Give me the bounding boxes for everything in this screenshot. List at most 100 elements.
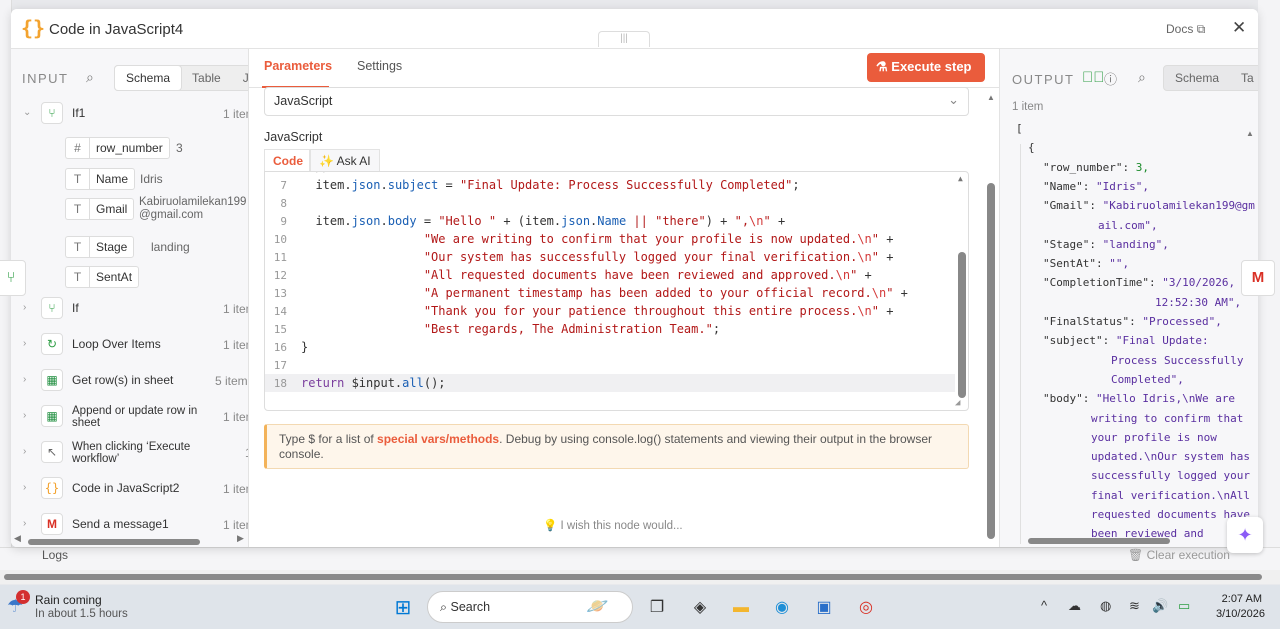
docs-link[interactable]: Docs ⧉	[1166, 22, 1205, 37]
file-explorer-icon[interactable]: ▬	[727, 594, 755, 622]
cloud-off-icon[interactable]: ☁	[1068, 598, 1081, 614]
battery-icon[interactable]: ▭	[1178, 598, 1190, 614]
code-line[interactable]: 9 item.json.body = "Hello " + (item.json…	[265, 212, 955, 230]
edge-icon[interactable]: ◉	[768, 594, 796, 622]
node-row-if[interactable]: › ⑂ If 1 item	[11, 294, 248, 324]
logs-label[interactable]: Logs	[42, 548, 68, 562]
language-select[interactable]: JavaScript ⌄	[264, 87, 969, 116]
close-button[interactable]: ✕	[1232, 18, 1246, 38]
tab-schema[interactable]: Schema	[1164, 66, 1230, 90]
console-hint-callout: Type $ for a list of special vars/method…	[264, 424, 969, 469]
copilot-icon[interactable]: ◈	[686, 594, 714, 622]
number-type-icon: #	[65, 137, 89, 159]
gmail-node-side-icon[interactable]: M	[1241, 260, 1275, 296]
line-number: 15	[273, 323, 287, 336]
tab-ask-ai[interactable]: ✨ Ask AI	[310, 149, 380, 171]
chevron-right-icon[interactable]: ›	[23, 446, 26, 457]
code-line[interactable]: 11 "Our system has successfully logged y…	[265, 248, 955, 266]
line-number: 14	[273, 305, 287, 318]
scroll-thumb[interactable]	[4, 574, 1262, 580]
line-number: 8	[280, 197, 287, 210]
tab-parameters[interactable]: Parameters	[264, 59, 332, 73]
scroll-up-icon[interactable]: ▲	[987, 93, 995, 102]
chevron-right-icon[interactable]: ›	[23, 482, 26, 493]
if-node-side-icon[interactable]: ⑂	[0, 260, 26, 296]
tab-table[interactable]: Table	[181, 66, 232, 90]
node-row-code2[interactable]: › {} Code in JavaScript2 1 item	[11, 474, 248, 504]
code-line[interactable]: 7 item.json.subject = "Final Update: Pro…	[265, 176, 955, 194]
input-hscrollbar[interactable]: ◀ ▶	[11, 533, 248, 547]
code-line[interactable]: 15 "Best regards, The Administration Tea…	[265, 320, 955, 338]
cursor-icon: ↖	[41, 441, 63, 463]
resize-handle-icon[interactable]: ◢	[955, 398, 960, 408]
field-value: Kabiruolamilekan199	[139, 196, 247, 208]
node-row-append[interactable]: › ▦ Append or update row in sheet 1 item	[11, 402, 248, 432]
success-check-icon: ✓⃝	[1082, 69, 1105, 86]
code-line[interactable]: 13 "A permanent timestamp has been added…	[265, 284, 955, 302]
modal-title: Code in JavaScript4	[49, 21, 184, 38]
tab-schema[interactable]: Schema	[115, 66, 182, 90]
task-view-icon[interactable]: ❐	[643, 594, 671, 622]
chrome-icon[interactable]: ◎	[852, 594, 880, 622]
code-field-label: JavaScript	[264, 130, 323, 144]
node-count: 1 item	[223, 518, 248, 532]
ai-assistant-button[interactable]: ✦	[1227, 517, 1263, 553]
editor-vscrollbar[interactable]: ▲	[958, 174, 966, 400]
node-row-manual-trigger[interactable]: › ↖ When clicking ‘Execute workflow’ 1	[11, 438, 248, 468]
chevron-right-icon[interactable]: ›	[23, 518, 26, 529]
chevron-right-icon[interactable]: ›	[23, 302, 26, 313]
panel-vscrollbar[interactable]	[987, 183, 995, 539]
scroll-up-icon[interactable]: ▲	[1246, 129, 1254, 138]
weather-badge: 1	[16, 590, 30, 604]
chevron-up-icon[interactable]: ^	[1041, 598, 1047, 613]
store-icon[interactable]: ▣	[810, 594, 838, 622]
search-icon[interactable]: ⌕	[86, 69, 94, 86]
info-icon[interactable]: ⓘ	[1104, 69, 1117, 88]
node-row-get-rows[interactable]: › ▦ Get row(s) in sheet 5 items	[11, 366, 248, 396]
special-vars-link[interactable]: special vars/methods	[377, 432, 499, 446]
scroll-thumb[interactable]	[958, 252, 966, 398]
code-line[interactable]: 8	[265, 194, 955, 212]
security-icon[interactable]: ◍	[1100, 598, 1111, 614]
scroll-left-icon[interactable]: ◀	[14, 533, 21, 544]
json-value: "Idris",	[1095, 179, 1149, 193]
chevron-right-icon[interactable]: ›	[23, 374, 26, 385]
tab-table[interactable]: Ta	[1230, 66, 1258, 90]
json-line: "FinalStatus": "Processed",	[1043, 312, 1222, 331]
search-icon[interactable]: ⌕	[1138, 69, 1146, 86]
execute-step-button[interactable]: ⚗ Execute step	[867, 53, 985, 82]
code-line[interactable]: 10 "We are writing to confirm that your …	[265, 230, 955, 248]
scroll-up-icon[interactable]: ▲	[958, 174, 963, 183]
code-editor[interactable]: ▲ ◢ 6 // 2. Create the 4-line email stru…	[264, 171, 969, 411]
page-hscrollbar[interactable]	[0, 570, 1280, 584]
code-text: "Thank you for your patience throughout …	[423, 304, 894, 318]
code-line[interactable]: 18 return $input.all();	[265, 374, 955, 392]
code-text: item.json.subject = "Final Update: Proce…	[301, 178, 800, 192]
volume-icon[interactable]: 🔊	[1152, 598, 1168, 614]
wifi-icon[interactable]: ≋	[1129, 598, 1140, 614]
node-row-if1[interactable]: ⌄ ⑂ If1 1 item	[11, 99, 248, 129]
node-row-loop[interactable]: › ↻ Loop Over Items 1 item	[11, 330, 248, 360]
chevron-down-icon[interactable]: ⌄	[23, 107, 31, 118]
windows-start-icon[interactable]: ⊞	[389, 594, 417, 622]
code-line[interactable]: 16}	[265, 338, 955, 356]
code-line[interactable]: 12 "All requested documents have been re…	[265, 266, 955, 284]
tab-code[interactable]: Code	[264, 149, 310, 171]
tab-settings[interactable]: Settings	[357, 59, 402, 73]
scroll-right-icon[interactable]: ▶	[237, 533, 244, 544]
scroll-thumb[interactable]	[28, 539, 200, 545]
feedback-link[interactable]: 💡 I wish this node would...	[543, 518, 683, 532]
code-line[interactable]: 14 "Thank you for your patience througho…	[265, 302, 955, 320]
weather-title[interactable]: Rain coming	[35, 593, 102, 607]
output-hscrollbar[interactable]	[1028, 538, 1170, 544]
chevron-right-icon[interactable]: ›	[23, 410, 26, 421]
clock[interactable]: 2:07 AM 3/10/2026	[1216, 592, 1265, 622]
panel-drag-handle[interactable]: |||	[598, 31, 650, 47]
chevron-right-icon[interactable]: ›	[23, 338, 26, 349]
weather-subtitle[interactable]: In about 1.5 hours	[35, 608, 128, 620]
time: 2:07 AM	[1221, 593, 1262, 605]
taskbar-search[interactable]: ⌕ Search 🪐	[427, 591, 633, 623]
tab-json[interactable]: J	[232, 66, 248, 90]
code-line[interactable]: 17	[265, 356, 955, 374]
clear-execution-button[interactable]: 🗑 Clear execution	[1128, 548, 1230, 562]
